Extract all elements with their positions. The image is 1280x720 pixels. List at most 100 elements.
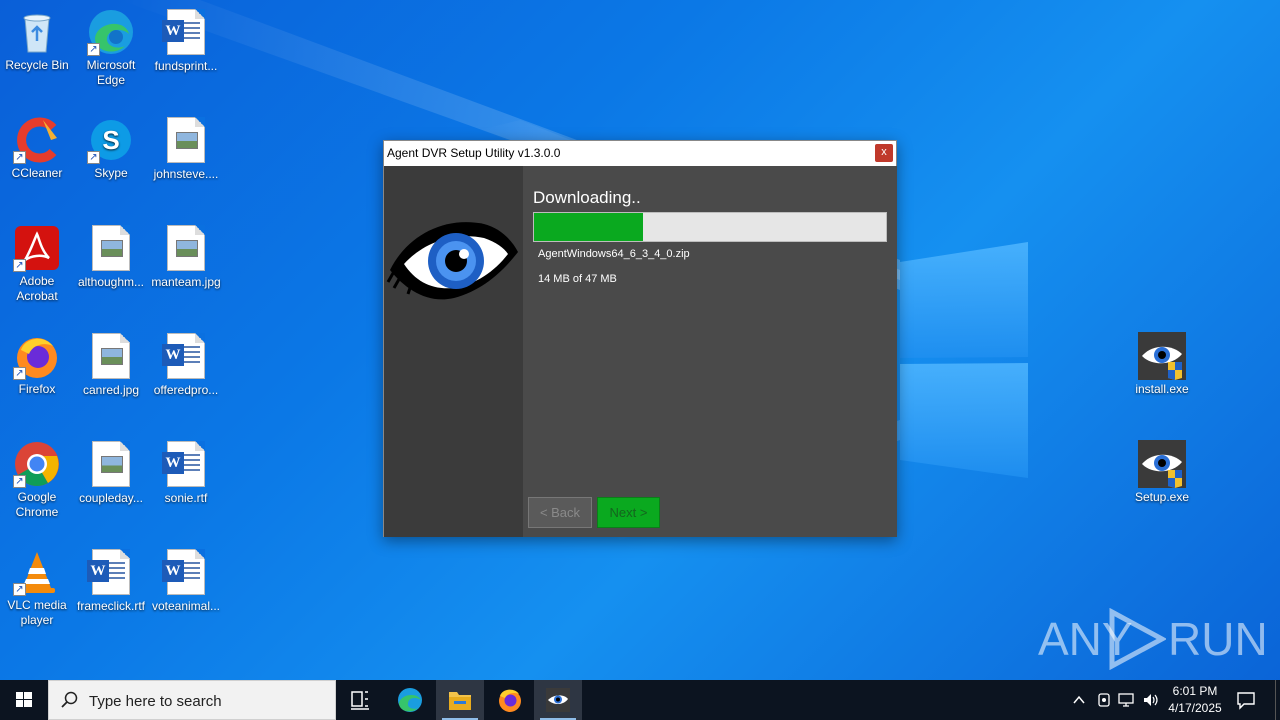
windows-logo-icon bbox=[16, 692, 32, 707]
start-button[interactable] bbox=[0, 680, 48, 720]
desktop-icon-label: voteanimal... bbox=[151, 599, 221, 613]
close-button[interactable]: x bbox=[875, 144, 893, 162]
taskbar: Type here to search 6:01 PM 4/17/2025 bbox=[0, 680, 1280, 720]
download-file-name: AgentWindows64_6_3_4_0.zip bbox=[538, 248, 690, 260]
image-file-icon bbox=[162, 117, 210, 165]
taskbar-file-explorer[interactable] bbox=[436, 680, 484, 720]
desktop-icon-label: coupleday... bbox=[79, 491, 143, 505]
desktop-icon-recycle-bin[interactable]: Recycle Bin bbox=[0, 8, 74, 73]
recycle-bin-icon bbox=[13, 8, 61, 56]
desktop-icon-label: Setup.exe bbox=[1134, 490, 1190, 504]
folder-icon bbox=[449, 692, 471, 710]
show-desktop-button[interactable] bbox=[1275, 680, 1276, 720]
desktop-icon-label: offeredpro... bbox=[153, 383, 219, 397]
notification-icon bbox=[1237, 692, 1255, 710]
taskbar-agent-dvr-setup[interactable] bbox=[534, 680, 582, 720]
desktop-icon-offeredpro[interactable]: W offeredpro... bbox=[149, 332, 223, 398]
desktop-icon-skype[interactable]: S ↗ Skype bbox=[74, 116, 148, 181]
shortcut-arrow-icon: ↗ bbox=[13, 583, 26, 596]
network-icon bbox=[1118, 693, 1134, 707]
taskbar-search-box[interactable]: Type here to search bbox=[48, 680, 336, 720]
tray-device-button[interactable] bbox=[1096, 691, 1112, 712]
anyrun-watermark: ANY RUN bbox=[1038, 608, 1268, 670]
desktop-icon-label: CCleaner bbox=[11, 166, 63, 180]
tray-network-button[interactable] bbox=[1118, 691, 1136, 712]
download-progress-bar bbox=[533, 212, 887, 242]
desktop-icon-vlc[interactable]: ↗ VLC media player bbox=[0, 548, 74, 628]
shortcut-arrow-icon: ↗ bbox=[13, 259, 26, 272]
desktop-icon-label: johnsteve.... bbox=[153, 167, 219, 181]
desktop-icon-sonie[interactable]: W sonie.rtf bbox=[149, 440, 223, 506]
desktop-icon-label: sonie.rtf bbox=[164, 491, 208, 505]
taskbar-firefox[interactable] bbox=[486, 680, 534, 720]
desktop-icon-label: Google Chrome bbox=[15, 490, 59, 519]
desktop-icon-frameclick[interactable]: W frameclick.rtf bbox=[74, 548, 148, 614]
svg-text:S: S bbox=[102, 125, 119, 155]
desktop-icon-ccleaner[interactable]: ↗ CCleaner bbox=[0, 116, 74, 181]
desktop-icon-label: fundsprint... bbox=[154, 59, 218, 73]
vlc-icon: ↗ bbox=[13, 548, 61, 596]
image-file-icon bbox=[87, 333, 135, 381]
device-icon bbox=[1098, 693, 1110, 707]
desktop-icon-adobe-acrobat[interactable]: ↗ Adobe Acrobat bbox=[0, 224, 74, 304]
image-file-icon bbox=[87, 225, 135, 273]
desktop-icon-install-exe[interactable]: install.exe bbox=[1125, 332, 1199, 397]
desktop-icon-johnsteve[interactable]: johnsteve.... bbox=[149, 116, 223, 182]
clock-date: 4/17/2025 bbox=[1168, 701, 1222, 715]
chevron-up-icon bbox=[1073, 695, 1085, 704]
notification-center-button[interactable] bbox=[1234, 688, 1258, 717]
task-view-icon bbox=[351, 691, 369, 710]
dialog-titlebar[interactable]: Agent DVR Setup Utility v1.3.0.0 x bbox=[384, 141, 896, 166]
back-button[interactable]: < Back bbox=[528, 497, 592, 528]
agent-dvr-icon bbox=[546, 688, 570, 712]
search-icon bbox=[61, 691, 78, 708]
desktop-icon-microsoft-edge[interactable]: ↗ Microsoft Edge bbox=[74, 8, 148, 88]
word-doc-icon: W bbox=[162, 549, 210, 597]
desktop-icon-voteanimal[interactable]: W voteanimal... bbox=[149, 548, 223, 614]
agent-dvr-icon bbox=[1138, 440, 1186, 488]
desktop-icon-label: frameclick.rtf bbox=[76, 599, 145, 613]
show-hidden-icons-button[interactable] bbox=[1072, 691, 1086, 712]
firefox-icon: ↗ bbox=[13, 332, 61, 380]
download-size-text: 14 MB of 47 MB bbox=[538, 273, 617, 285]
edge-icon bbox=[398, 688, 422, 712]
desktop-icon-label: Adobe Acrobat bbox=[16, 274, 58, 303]
edge-icon: ↗ bbox=[87, 8, 135, 56]
eye-logo-icon bbox=[386, 222, 518, 300]
desktop-icon-canred[interactable]: canred.jpg bbox=[74, 332, 148, 398]
download-progress-fill bbox=[534, 213, 644, 241]
next-button[interactable]: Next > bbox=[597, 497, 660, 528]
desktop-icon-coupleday[interactable]: coupleday... bbox=[74, 440, 148, 506]
clock-time: 6:01 PM bbox=[1172, 684, 1218, 698]
volume-icon bbox=[1144, 694, 1158, 706]
acrobat-icon: ↗ bbox=[13, 224, 61, 272]
watermark-text-right: RUN bbox=[1168, 613, 1268, 665]
task-view-button[interactable] bbox=[336, 680, 384, 720]
agent-dvr-icon bbox=[1138, 332, 1186, 380]
desktop-icon-google-chrome[interactable]: ↗ Google Chrome bbox=[0, 440, 74, 520]
desktop-icon-firefox[interactable]: ↗ Firefox bbox=[0, 332, 74, 397]
image-file-icon bbox=[162, 225, 210, 273]
taskbar-edge[interactable] bbox=[386, 680, 434, 720]
desktop-icon-label: Microsoft Edge bbox=[86, 58, 136, 87]
setup-dialog: Agent DVR Setup Utility v1.3.0.0 x Downl… bbox=[383, 140, 897, 537]
desktop-icon-fundsprint[interactable]: W fundsprint... bbox=[149, 8, 223, 74]
desktop-icon-label: install.exe bbox=[1135, 382, 1189, 396]
play-logo-icon bbox=[1109, 608, 1166, 670]
desktop-icon-label: Firefox bbox=[18, 382, 56, 396]
taskbar-clock[interactable]: 6:01 PM 4/17/2025 bbox=[1160, 683, 1230, 717]
desktop-icon-label: Skype bbox=[94, 166, 128, 180]
word-doc-icon: W bbox=[162, 441, 210, 489]
word-doc-icon: W bbox=[162, 333, 210, 381]
desktop-icon-label: Recycle Bin bbox=[5, 58, 69, 72]
dialog-content-panel: Downloading.. AgentWindows64_6_3_4_0.zip… bbox=[523, 166, 897, 537]
word-doc-icon: W bbox=[87, 549, 135, 597]
desktop-icon-althoughm[interactable]: althoughm... bbox=[74, 224, 148, 290]
desktop-icon-setup-exe[interactable]: Setup.exe bbox=[1125, 440, 1199, 505]
download-heading: Downloading.. bbox=[533, 188, 641, 207]
shortcut-arrow-icon: ↗ bbox=[87, 43, 100, 56]
shortcut-arrow-icon: ↗ bbox=[13, 151, 26, 164]
tray-volume-button[interactable] bbox=[1142, 691, 1160, 712]
desktop-icon-manteam[interactable]: manteam.jpg bbox=[149, 224, 223, 290]
image-file-icon bbox=[87, 441, 135, 489]
